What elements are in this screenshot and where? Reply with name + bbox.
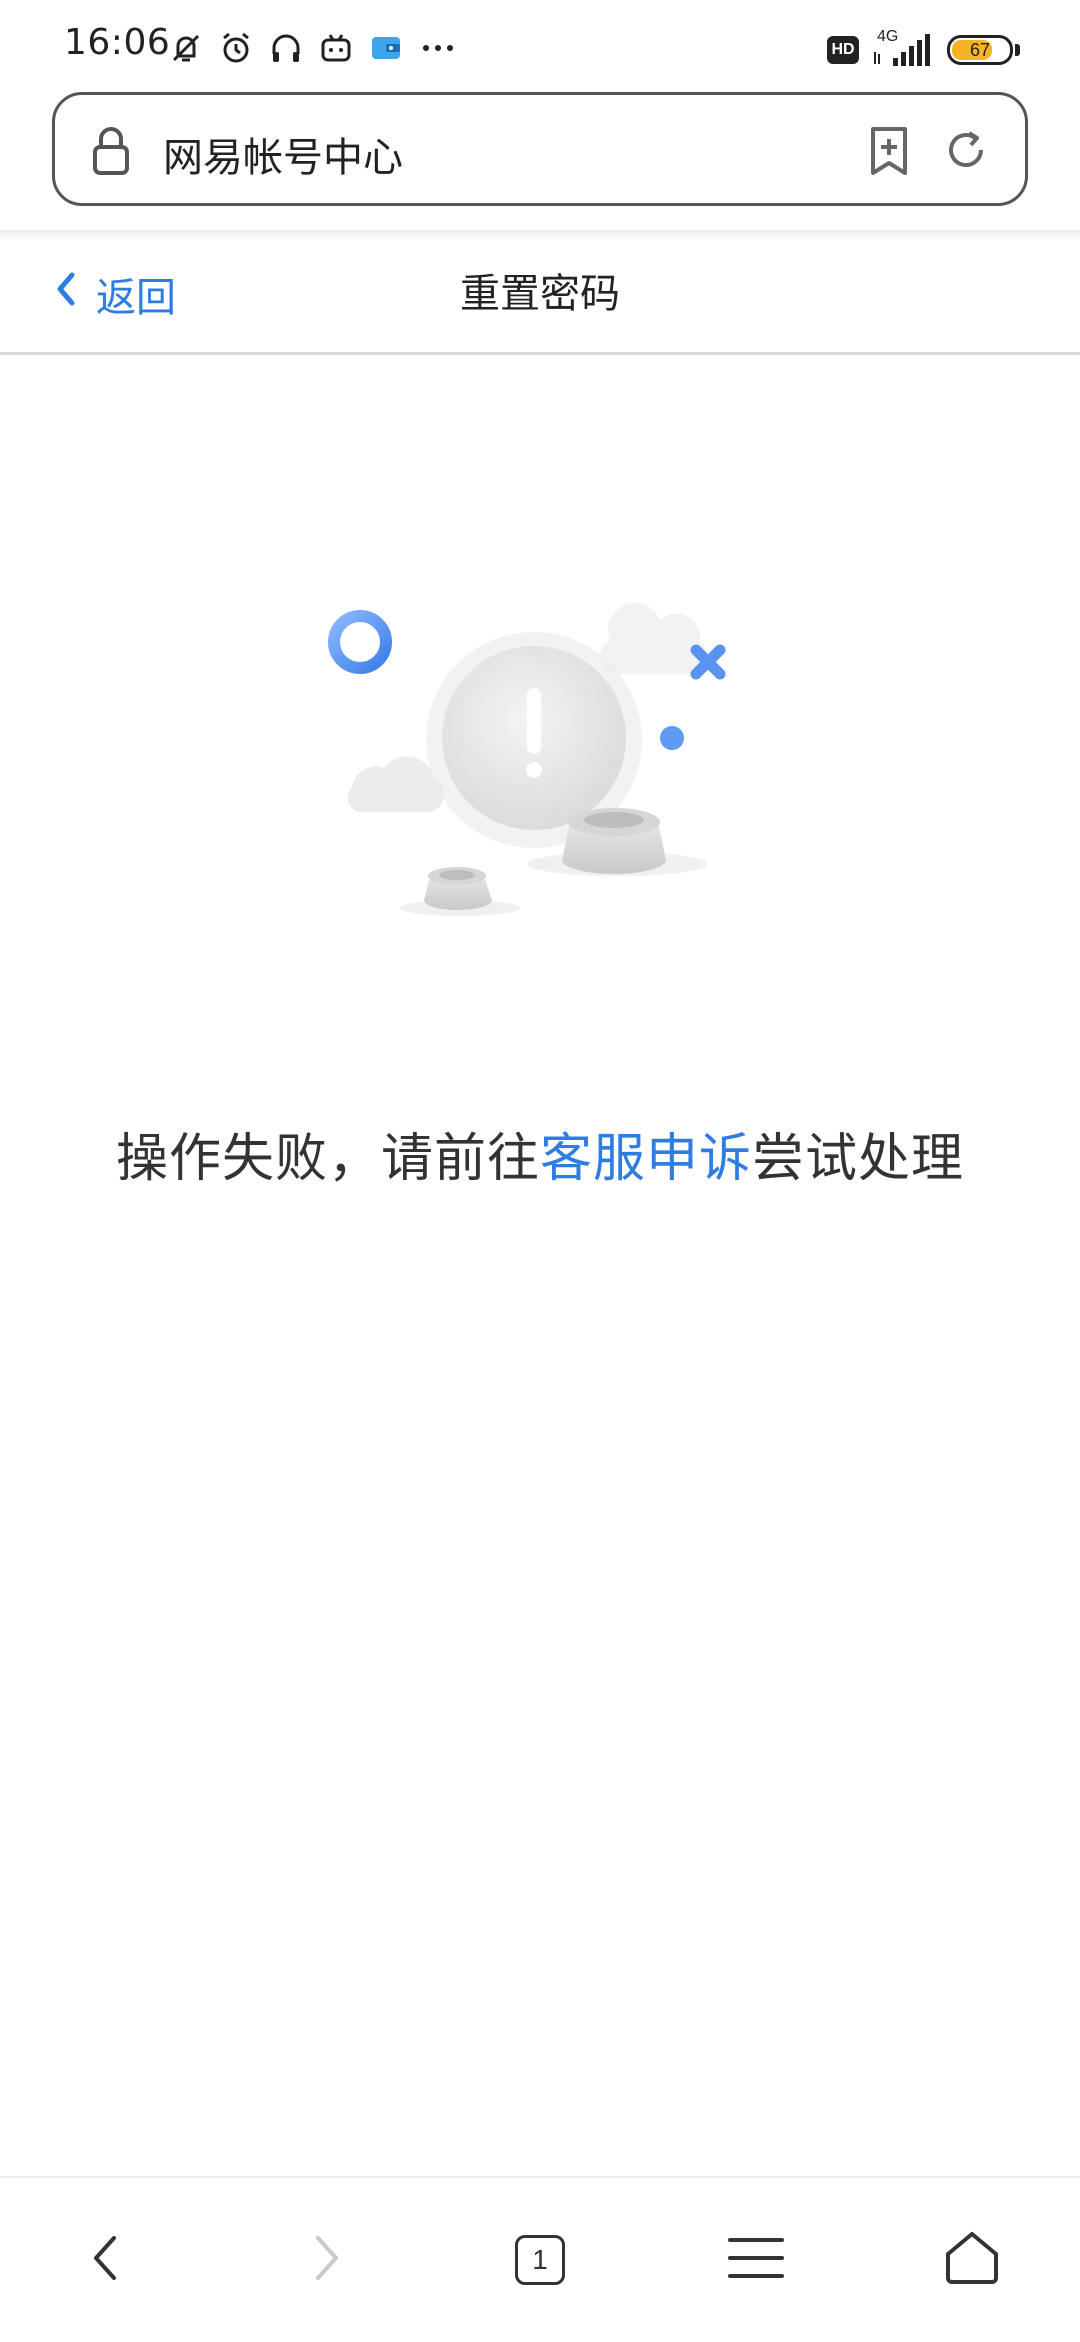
address-bar[interactable]: 网易帐号中心	[52, 92, 1028, 206]
status-notification-icons	[168, 28, 458, 68]
alarm-icon	[218, 30, 254, 66]
tab-count: 1	[532, 2244, 548, 2275]
more-dots-icon	[418, 30, 458, 66]
hd-badge: HD	[827, 36, 859, 64]
status-time: 16:06	[64, 22, 171, 63]
error-message-suffix: 尝试处理	[752, 1129, 965, 1189]
page-header: 返回 重置密码	[0, 240, 1080, 354]
site-title[interactable]: 网易帐号中心	[163, 125, 403, 183]
cloud-shape	[600, 603, 708, 674]
wallet-icon	[368, 30, 404, 66]
status-system-icons: HD 4G 67	[827, 28, 1020, 72]
nav-back-button[interactable]	[58, 2212, 154, 2308]
nav-menu-button[interactable]	[708, 2212, 804, 2308]
header-divider	[0, 352, 1080, 355]
signal-indicator: 4G	[871, 28, 935, 70]
battery-cap	[1015, 44, 1020, 56]
header-shadow	[0, 230, 1080, 240]
customer-service-appeal-link[interactable]: 客服申诉	[540, 1129, 752, 1189]
tabs-icon: 1	[515, 2235, 565, 2285]
nav-forward-button[interactable]	[278, 2212, 374, 2308]
mute-vibrate-icon	[168, 30, 204, 66]
back-arrow-icon	[86, 2230, 126, 2290]
battery-level: 67	[969, 39, 991, 60]
forward-arrow-icon	[306, 2230, 346, 2290]
bilibili-icon	[318, 30, 354, 66]
signal-strength-icon	[871, 30, 935, 74]
nav-home-button[interactable]	[924, 2212, 1020, 2308]
headphones-icon	[268, 30, 304, 66]
lock-icon[interactable]	[89, 123, 133, 181]
reload-icon[interactable]	[941, 125, 991, 179]
menu-icon	[728, 2234, 784, 2286]
error-message-prefix: 操作失败，请前往	[115, 1129, 540, 1189]
page-title: 重置密码	[460, 271, 620, 317]
home-icon	[942, 2228, 1002, 2292]
error-illustration	[318, 570, 758, 934]
browser-bottom-nav: 1	[0, 2176, 1080, 2342]
add-bookmark-icon[interactable]	[867, 125, 911, 181]
battery-indicator: 67	[947, 35, 1013, 65]
nav-tabs-button[interactable]: 1	[492, 2212, 588, 2308]
error-message: 操作失败，请前往客服申诉尝试处理	[0, 1116, 1080, 1191]
status-bar: 16:06 HD 4G 67	[0, 0, 1080, 92]
